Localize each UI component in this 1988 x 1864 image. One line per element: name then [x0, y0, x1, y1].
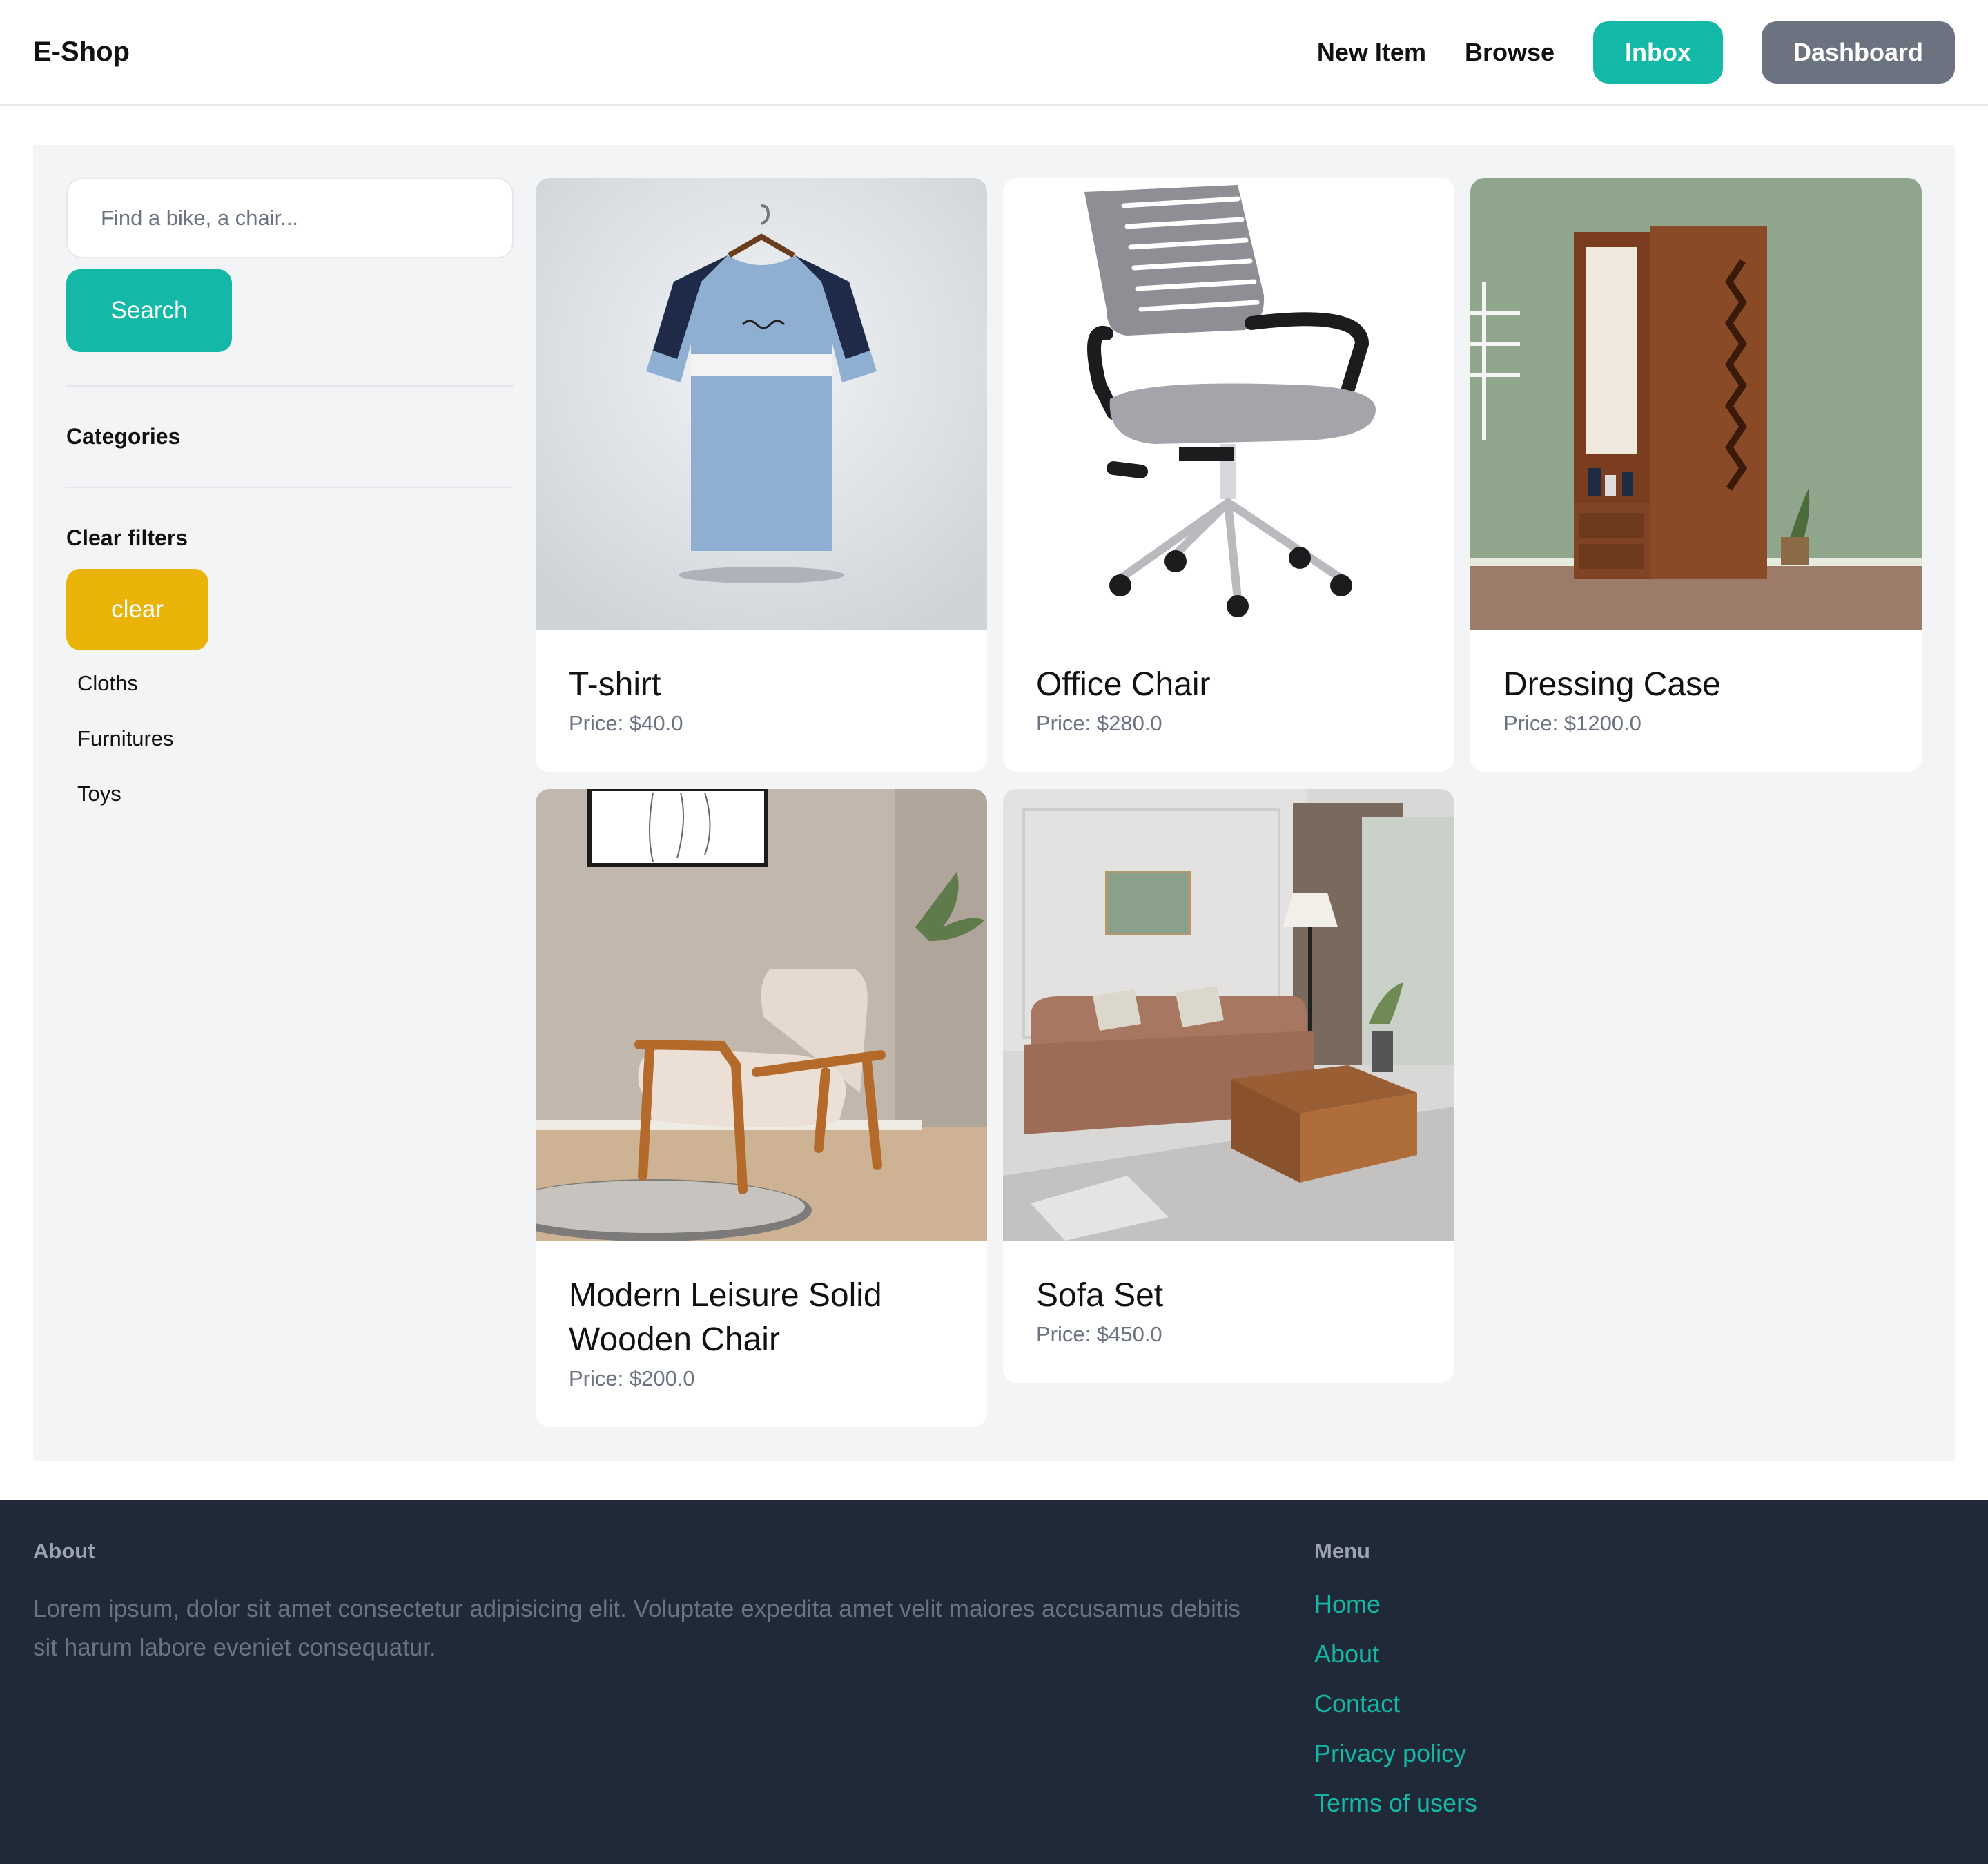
categories-heading: Categories: [66, 424, 181, 449]
footer-link-terms-of-users[interactable]: Terms of users: [1314, 1789, 1477, 1818]
footer-link-privacy-policy[interactable]: Privacy policy: [1314, 1739, 1477, 1768]
category-list: Cloths Furnitures Toys: [66, 656, 514, 822]
nav-browse-link[interactable]: Browse: [1465, 38, 1555, 67]
footer-about-text: Lorem ipsum, dolor sit amet consectetur …: [33, 1595, 1240, 1661]
footer-menu: Menu Home About Contact Privacy policy T…: [1314, 1539, 1477, 1818]
search-button[interactable]: Search: [66, 269, 232, 352]
category-item-cloths[interactable]: Cloths: [66, 656, 514, 711]
item-card-armchair[interactable]: Modern Leisure Solid Wooden Chair Price:…: [536, 789, 987, 1427]
footer-about: About Lorem ipsum, dolor sit amet consec…: [33, 1539, 1248, 1667]
item-card-tshirt[interactable]: T-shirt Price: $40.0: [536, 178, 987, 772]
item-card-office-chair[interactable]: Office Chair Price: $280.0: [1003, 178, 1454, 772]
item-name: T-shirt: [569, 666, 661, 703]
category-item-toys[interactable]: Toys: [66, 766, 514, 822]
footer-link-about[interactable]: About: [1314, 1640, 1477, 1669]
category-item-furnitures[interactable]: Furnitures: [66, 711, 514, 766]
footer-menu-heading: Menu: [1314, 1539, 1370, 1563]
sidebar-divider: [66, 487, 514, 488]
footer-about-heading: About: [33, 1539, 95, 1563]
item-price: Price: $1200.0: [1503, 711, 1641, 735]
clear-filters-button[interactable]: clear: [66, 569, 208, 650]
dashboard-button[interactable]: Dashboard: [1762, 21, 1955, 84]
item-name: Modern Leisure Solid Wooden Chair: [569, 1277, 882, 1358]
item-card-dressing-case[interactable]: Dressing Case Price: $1200.0: [1470, 178, 1922, 772]
item-price: Price: $40.0: [569, 711, 683, 735]
browse-panel: Search Categories Clear filters clear Cl…: [33, 145, 1955, 1461]
armchair-image: [536, 789, 987, 1241]
item-name: Office Chair: [1036, 666, 1211, 703]
nav-links: New Item Browse Inbox Dashboard: [1317, 21, 1955, 84]
nav-new-item-link[interactable]: New Item: [1317, 38, 1426, 67]
item-price: Price: $280.0: [1036, 711, 1162, 735]
inbox-button[interactable]: Inbox: [1593, 21, 1723, 84]
item-price: Price: $200.0: [569, 1366, 695, 1390]
clear-filters-heading: Clear filters: [66, 525, 188, 550]
dressing-case-image: [1470, 178, 1922, 630]
item-card-sofa-set[interactable]: Sofa Set Price: $450.0: [1003, 789, 1454, 1383]
search-input[interactable]: [66, 178, 514, 258]
office-chair-image: [1003, 178, 1454, 630]
sidebar-divider: [66, 385, 514, 387]
sofa-set-image: [1003, 789, 1454, 1241]
footer-link-contact[interactable]: Contact: [1314, 1689, 1477, 1718]
brand-logo[interactable]: E-Shop: [33, 37, 130, 68]
tshirt-image: [536, 178, 987, 630]
item-price: Price: $450.0: [1036, 1322, 1162, 1346]
filter-sidebar: Search Categories Clear filters clear Cl…: [66, 178, 514, 822]
item-name: Dressing Case: [1503, 666, 1721, 703]
item-name: Sofa Set: [1036, 1277, 1164, 1314]
site-footer: About Lorem ipsum, dolor sit amet consec…: [0, 1500, 1988, 1864]
top-nav: E-Shop New Item Browse Inbox Dashboard: [0, 0, 1988, 106]
footer-link-home[interactable]: Home: [1314, 1590, 1477, 1619]
